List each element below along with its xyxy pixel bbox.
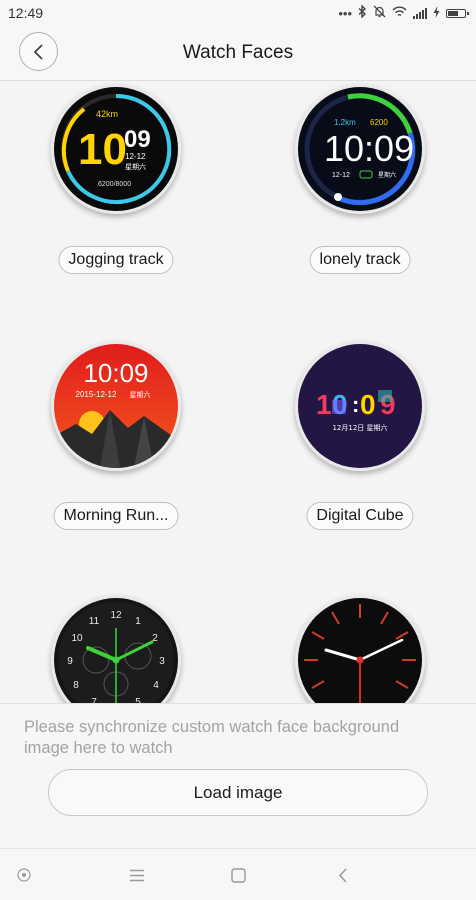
numeral: 1 [135,616,141,627]
numeral: 9 [67,656,73,667]
assistant-button[interactable] [11,862,37,888]
face-weekday: 星期六 [125,162,146,171]
numeral: 12 [110,610,122,621]
face-label[interactable]: Jogging track [58,246,174,274]
face-time: 10:09 [324,128,414,169]
face-date: 12月12日 星期六 [332,423,387,432]
more-dots-icon: ••• [338,5,352,21]
face-date: 2015-12-12 [76,390,117,399]
menu-icon [130,869,144,881]
status-bar: 12:49 ••• [0,0,476,26]
svg-text:1: 1 [316,389,332,420]
nav-back-icon [338,867,347,883]
wifi-icon [392,6,407,21]
face-thumbnail[interactable]: 1.2km 6200 10:09 12-12 星期六 [295,84,425,214]
mute-icon [373,5,386,21]
face-distance: 1.2km [334,118,356,127]
recents-icon [230,867,246,883]
face-weekday: 星期六 [130,390,151,399]
sync-instruction-text: Please synchronize custom watch face bac… [24,718,400,757]
face-thumbnail[interactable]: 42km 10 09 12-12 星期六 6200/8000 [51,84,181,214]
battery-icon [446,8,469,18]
face-weekday: 星期六 [378,171,396,179]
status-icons: ••• [338,4,469,21]
svg-text::: : [352,392,359,417]
face-time: 10:09 [83,358,148,388]
face-date: 12-12 [332,172,350,179]
face-label[interactable]: lonely track [309,246,411,274]
face-thumbnail[interactable]: 10:09 2015-12-12 星期六 [51,341,181,471]
numeral: 10 [71,633,83,644]
app-header: Watch Faces [0,26,476,81]
charging-bolt-icon [433,5,440,21]
signal-icon [413,7,427,19]
system-nav-bar [0,848,476,900]
face-thumbnail[interactable]: 12 11 1 10 2 9 8 7 6 5 4 3 [51,595,181,703]
numeral: 3 [159,656,165,667]
svg-text:0: 0 [360,389,376,420]
watch-face-grid[interactable]: 42km 10 09 12-12 星期六 6200/8000 Jogging t… [0,81,476,703]
home-icon [17,868,31,882]
face-minute: 09 [124,126,151,153]
face-thumbnail[interactable] [295,595,425,703]
face-label[interactable]: Digital Cube [306,502,414,530]
load-image-button[interactable]: Load image [48,769,428,816]
face-date: 12-12 [125,152,146,161]
numeral: 8 [73,680,79,691]
face-distance: 42km [96,109,118,119]
menu-button[interactable] [124,862,150,888]
custom-background-panel: Please synchronize custom watch face bac… [0,703,476,848]
face-steps: 6200/8000 [98,181,131,188]
status-time: 12:49 [8,5,44,21]
numeral: 11 [89,616,100,627]
nav-back-button[interactable] [330,862,356,888]
face-label[interactable]: Morning Run... [53,502,179,530]
numeral: 4 [153,680,159,691]
page-title: Watch Faces [182,42,294,63]
face-steps: 6200 [370,118,388,127]
home-button[interactable] [225,862,251,888]
bluetooth-icon [358,4,367,21]
face-thumbnail[interactable]: 1 0 : 0 9 12月12日 星期六 [295,341,425,471]
face-hour: 10 [78,125,127,174]
